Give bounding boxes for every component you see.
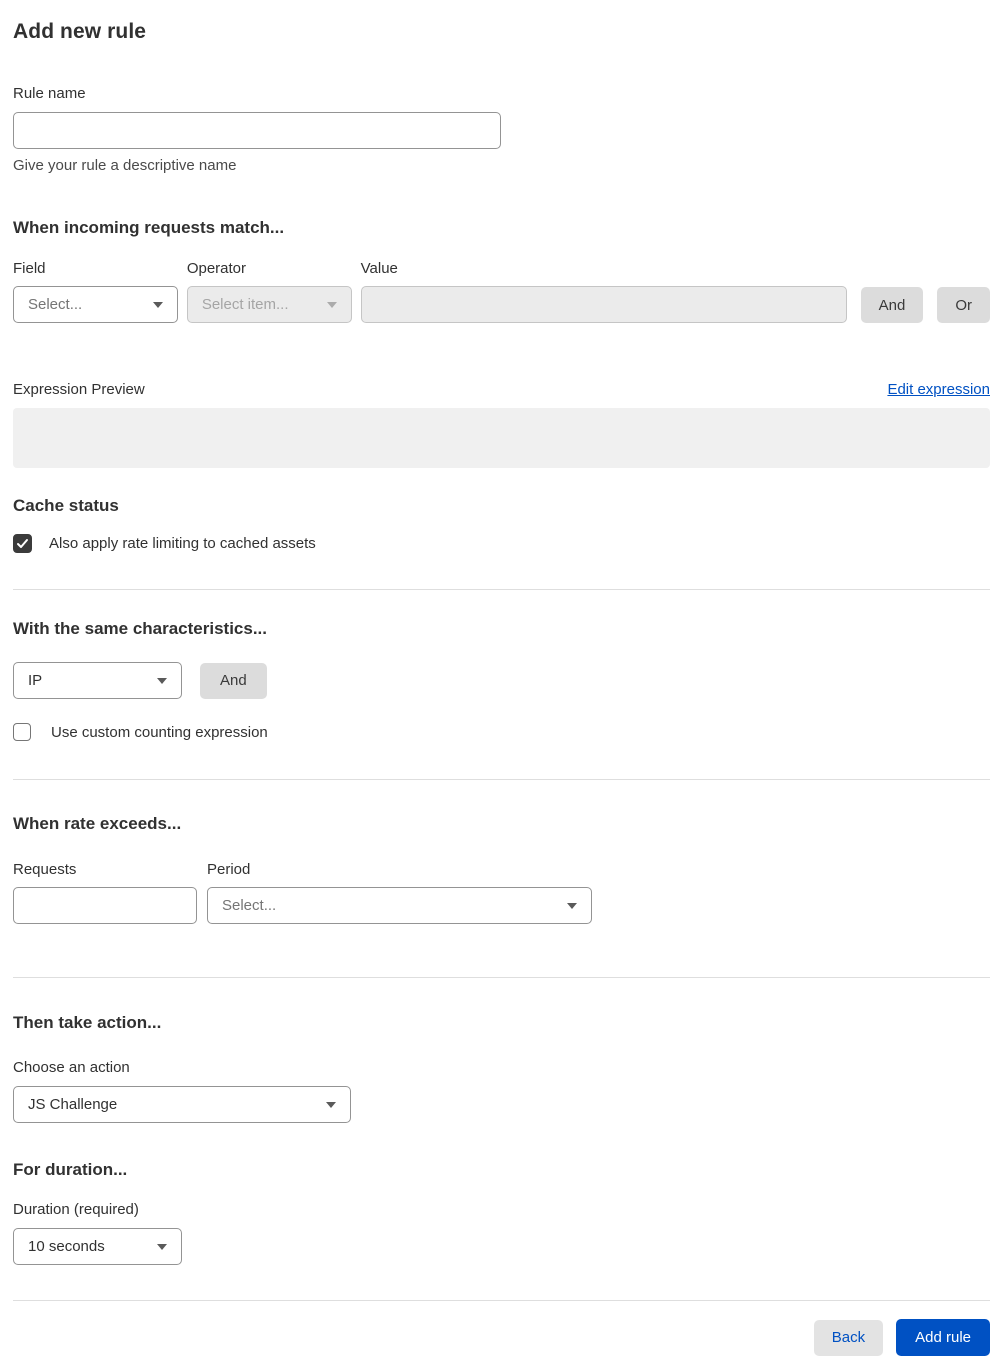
rule-name-input[interactable] [13, 112, 501, 149]
back-button[interactable]: Back [813, 1319, 884, 1356]
period-select[interactable]: Select... [207, 887, 592, 924]
rule-name-label: Rule name [13, 85, 86, 102]
match-section-heading: When incoming requests match... [13, 218, 285, 237]
section-divider [13, 977, 990, 978]
characteristic-select[interactable]: IP [13, 662, 182, 699]
add-rule-button[interactable]: Add rule [896, 1319, 990, 1356]
custom-counting-checkbox[interactable] [13, 723, 31, 741]
operator-select: Select item... [186, 286, 352, 323]
requests-label: Requests [13, 861, 77, 878]
rate-heading: When rate exceeds... [13, 814, 182, 833]
footer-divider [13, 1300, 990, 1301]
custom-counting-checkbox-label: Use custom counting expression [51, 723, 268, 741]
chevron-down-icon [326, 301, 337, 308]
characteristics-and-button[interactable]: And [200, 662, 267, 699]
action-heading: Then take action... [13, 1013, 162, 1032]
field-label: Field [13, 260, 46, 277]
duration-select[interactable]: 10 seconds [13, 1228, 182, 1265]
characteristics-heading: With the same characteristics... [13, 619, 268, 638]
action-select[interactable]: JS Challenge [13, 1086, 351, 1123]
page-title: Add new rule [13, 20, 147, 43]
duration-label: Duration (required) [13, 1201, 139, 1218]
rule-name-helper: Give your rule a descriptive name [13, 157, 237, 174]
expression-preview-label: Expression Preview [13, 381, 145, 398]
action-label: Choose an action [13, 1059, 130, 1076]
operator-select-value: Select item... [201, 296, 289, 313]
checkmark-icon [17, 539, 28, 548]
section-divider [13, 779, 990, 780]
chevron-down-icon [326, 1101, 336, 1108]
chevron-down-icon [152, 301, 163, 308]
value-label: Value [360, 260, 398, 277]
field-select[interactable]: Select... [13, 286, 178, 323]
field-select-value: Select... [28, 296, 83, 313]
section-divider [13, 589, 990, 590]
characteristic-select-value: IP [28, 672, 43, 689]
chevron-down-icon [567, 902, 577, 909]
operator-label: Operator [186, 260, 247, 277]
cached-assets-checkbox-label: Also apply rate limiting to cached asset… [49, 535, 316, 552]
requests-input[interactable] [13, 887, 197, 924]
cache-status-heading: Cache status [13, 496, 119, 515]
duration-select-value: 10 seconds [28, 1238, 105, 1255]
expression-preview-box [13, 408, 990, 468]
chevron-down-icon [157, 1243, 167, 1250]
edit-expression-link[interactable]: Edit expression [887, 381, 990, 398]
period-select-value: Select... [222, 897, 277, 914]
duration-heading: For duration... [13, 1160, 128, 1179]
add-rule-form: Add new rule Rule name Give your rule a … [0, 0, 1002, 1369]
value-input [360, 286, 847, 323]
action-select-value: JS Challenge [28, 1096, 118, 1113]
and-button[interactable]: And [860, 287, 924, 323]
chevron-down-icon [157, 677, 167, 684]
cached-assets-checkbox[interactable] [13, 534, 32, 553]
period-label: Period [207, 861, 251, 878]
or-button[interactable]: Or [937, 287, 990, 323]
